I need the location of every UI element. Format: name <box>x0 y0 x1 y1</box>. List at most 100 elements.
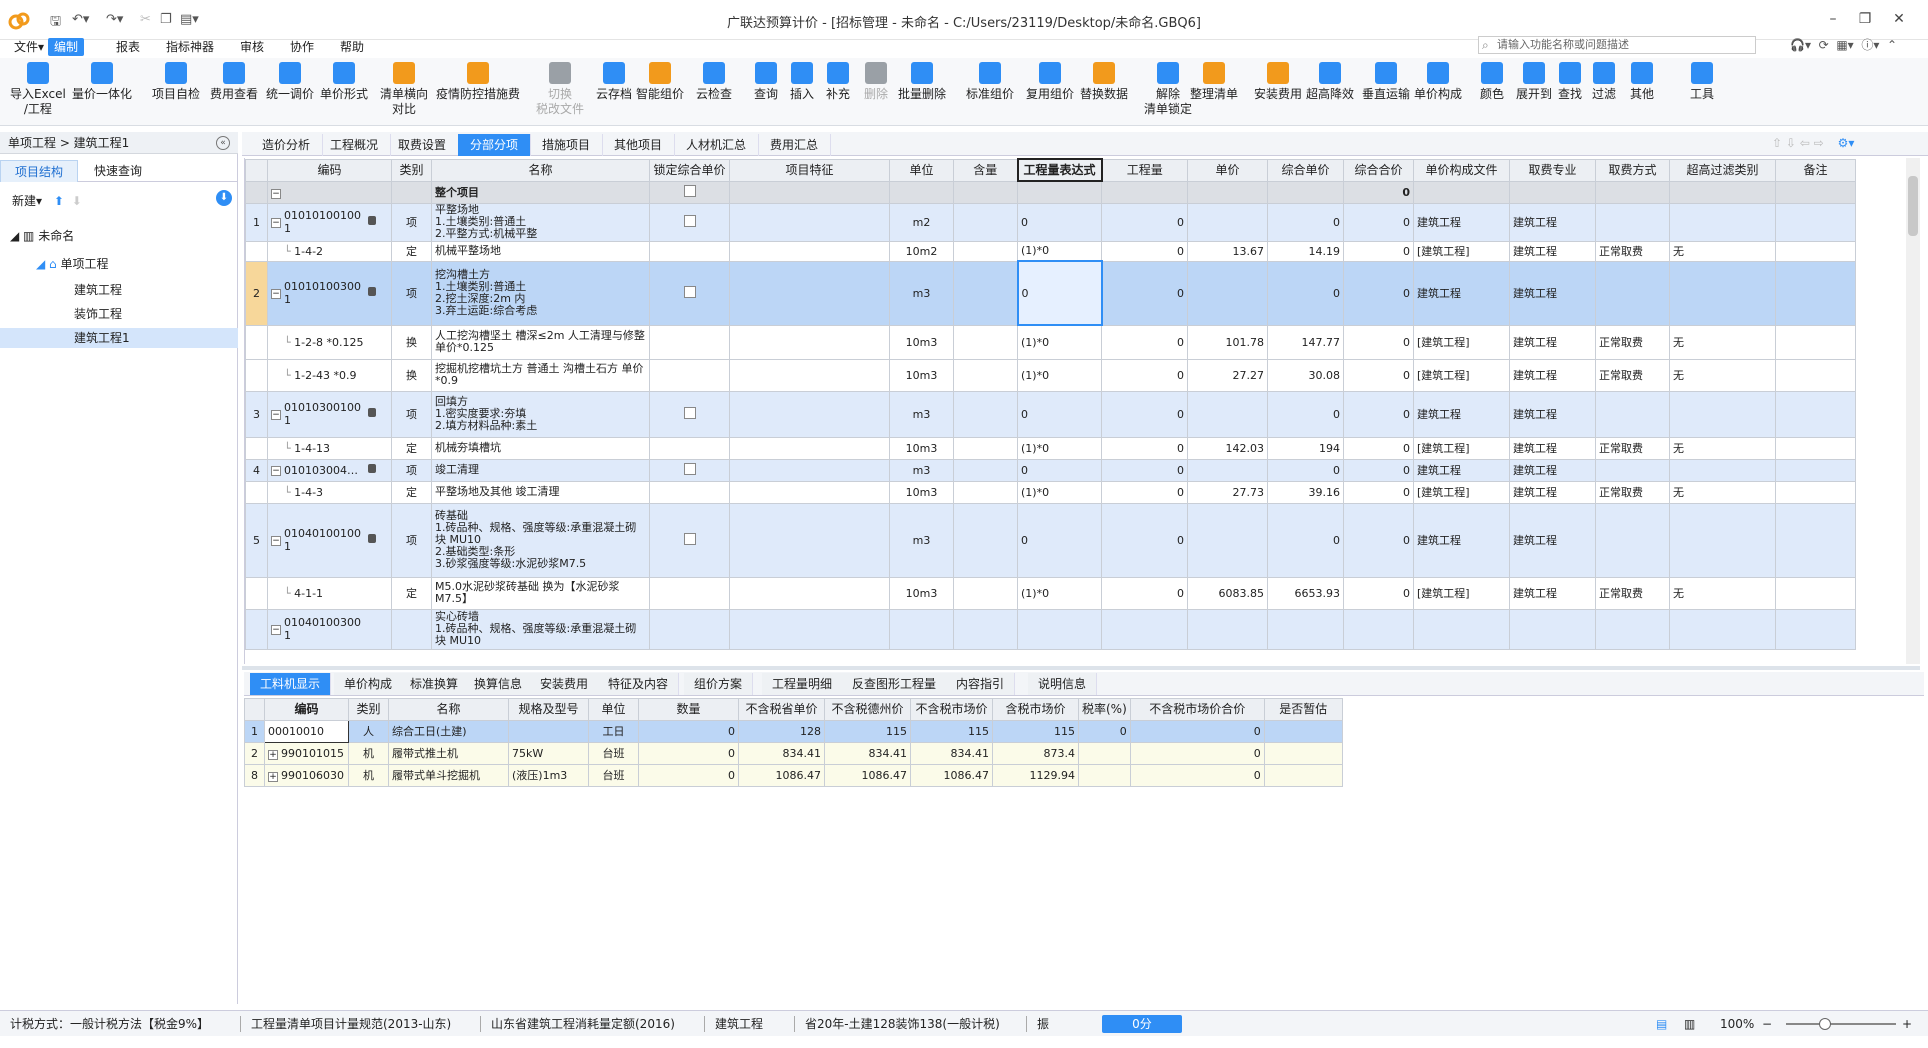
grid-cell[interactable]: [建筑工程] <box>1413 240 1510 262</box>
grid-cell[interactable] <box>1187 390 1268 438</box>
grid-cell[interactable]: 27.73 <box>1187 480 1268 504</box>
unlock-button[interactable]: 解除 清单锁定 <box>1144 62 1192 117</box>
grid-cell[interactable]: 0 <box>1343 358 1414 392</box>
grid-cell[interactable] <box>729 576 890 610</box>
menu-item[interactable]: 编制 <box>48 38 85 56</box>
column-header[interactable] <box>245 158 268 182</box>
grid-cell[interactable]: 0 <box>1343 436 1414 460</box>
resource-cell[interactable]: 8 <box>244 764 265 787</box>
cloud-check-button[interactable]: 云检查 <box>696 62 732 102</box>
grid-cell[interactable]: 10m3 <box>889 324 954 360</box>
grid-cell[interactable]: 建筑工程 <box>1413 502 1510 578</box>
grid-scrollbar[interactable] <box>1906 158 1920 664</box>
grid-cell[interactable] <box>1413 608 1510 650</box>
grid-cell[interactable] <box>1509 180 1596 204</box>
grid-cell[interactable] <box>729 480 890 504</box>
grid-cell[interactable] <box>729 458 890 482</box>
resource-cell[interactable]: 115 <box>824 720 911 743</box>
lock-price-checkbox[interactable] <box>683 285 696 298</box>
main-tab[interactable]: 人材机汇总 <box>674 134 760 156</box>
reuse-price-button[interactable]: 复用组价 <box>1026 62 1074 102</box>
resource-cell[interactable]: 台班 <box>588 742 639 765</box>
main-tab[interactable]: 造价分析 <box>250 134 324 156</box>
grid-cell[interactable]: 正常取费 <box>1595 240 1670 262</box>
resource-cell[interactable]: 834.41 <box>824 742 911 765</box>
grid-cell[interactable] <box>1595 458 1670 482</box>
supplement-button[interactable]: 补充 <box>826 62 850 102</box>
organize-button[interactable]: 整理清单 <box>1190 62 1238 102</box>
resource-cell[interactable]: 873.4 <box>992 742 1079 765</box>
menu-item[interactable]: 审核 <box>234 38 270 56</box>
fee-view-button[interactable]: 费用查看 <box>210 62 258 102</box>
grid-cell[interactable]: M5.0水泥砂浆砖基础 换为【水泥砂浆 M7.5】 <box>431 576 650 610</box>
grid-cell[interactable]: 0 <box>1101 240 1188 262</box>
grid-cell[interactable] <box>1187 202 1268 242</box>
grid-cell[interactable]: 0 <box>1101 324 1188 360</box>
detail-tab[interactable]: 特征及内容 <box>598 673 680 695</box>
grid-cell[interactable]: 13.67 <box>1187 240 1268 262</box>
whole-project-row[interactable]: − 整个项目 0 <box>245 180 1856 204</box>
resource-cell[interactable] <box>1263 764 1343 787</box>
grid-cell[interactable] <box>1775 436 1856 460</box>
close-button[interactable]: ✕ <box>1884 8 1914 30</box>
resource-cell[interactable]: 1086.47 <box>910 764 993 787</box>
tab-project-structure[interactable]: 项目结构 <box>0 160 79 182</box>
grid-cell[interactable]: 建筑工程 <box>1509 240 1596 262</box>
resource-cell[interactable]: +990106030 <box>264 764 349 787</box>
resource-column-header[interactable]: 不含税德州价 <box>824 698 911 721</box>
resource-cell[interactable]: 履带式单斗挖掘机 <box>388 764 509 787</box>
grid-cell[interactable] <box>953 324 1018 360</box>
grid-cell[interactable] <box>1669 260 1776 326</box>
column-header[interactable]: 备注 <box>1775 158 1856 182</box>
bill-item-row[interactable]: 1 −010101001001 项 平整场地 1.土壤类别:普通土 2.平整方式:机械… <box>245 202 1856 242</box>
resource-column-header[interactable] <box>244 698 265 721</box>
resource-cell[interactable]: 0 <box>1078 720 1131 743</box>
resource-column-header[interactable]: 不含税市场价合价 <box>1129 698 1265 721</box>
zoom-out-icon[interactable]: − <box>1762 1016 1772 1032</box>
compare-button[interactable]: 清单横向 对比 <box>380 62 428 117</box>
grid-cell[interactable]: 项 <box>391 502 432 578</box>
resource-column-header[interactable]: 含税市场价 <box>992 698 1079 721</box>
grid-cell[interactable]: 无 <box>1669 358 1776 392</box>
resource-cell[interactable]: 0 <box>1129 742 1265 765</box>
lock-price-checkbox[interactable] <box>683 406 696 419</box>
grid-cell[interactable] <box>245 324 268 360</box>
grid-cell[interactable]: 0 <box>1017 390 1102 438</box>
resource-cell[interactable]: 834.41 <box>738 742 825 765</box>
resource-cell[interactable] <box>1078 764 1131 787</box>
resource-column-header[interactable]: 不含税市场价 <box>910 698 993 721</box>
lock-price-checkbox[interactable] <box>683 532 696 545</box>
grid-cell[interactable] <box>649 358 730 392</box>
tree-node[interactable]: ◢ ⌂ 单项工程 <box>36 254 109 274</box>
grid-cell[interactable] <box>953 576 1018 610</box>
grid-cell[interactable]: 竣工清理 <box>431 458 650 482</box>
grid-cell[interactable]: └ 1-4-13 <box>267 436 392 460</box>
expand-icon[interactable]: + <box>268 750 278 760</box>
grid-cell[interactable]: 30.08 <box>1267 358 1344 392</box>
grid-cell[interactable]: 定 <box>391 436 432 460</box>
grid-cell[interactable]: 2 <box>245 260 268 326</box>
resource-cell[interactable]: (液压)1m3 <box>508 764 589 787</box>
column-header[interactable]: 单位 <box>889 158 954 182</box>
settings-icon[interactable]: ⚙▾ <box>1838 136 1855 150</box>
grid-cell[interactable]: 机械夯填槽坑 <box>431 436 650 460</box>
batch-delete-button[interactable]: 批量删除 <box>898 62 946 102</box>
grid-cell[interactable] <box>245 240 268 262</box>
main-tab[interactable]: 费用汇总 <box>758 134 832 156</box>
lock-icon[interactable] <box>368 287 376 296</box>
grid-cell[interactable] <box>729 324 890 360</box>
grid-cell[interactable] <box>729 390 890 438</box>
install-fee-button[interactable]: 安装费用 <box>1254 62 1302 102</box>
grid-cell[interactable]: [建筑工程] <box>1413 480 1510 504</box>
resource-cell[interactable]: 0 <box>638 764 739 787</box>
grid-cell[interactable]: 0 <box>1101 458 1188 482</box>
cloud-save-button[interactable]: 云存档 <box>596 62 632 102</box>
bill-item-row[interactable]: 2 −010101003001 项 挖沟槽土方 1.土壤类别:普通土 2.挖土深度:2… <box>245 260 1856 326</box>
lock-icon[interactable] <box>368 216 376 225</box>
grid-cell[interactable]: 0 <box>1017 202 1102 242</box>
resource-row[interactable]: 2 +990101015 机 履带式推土机 75kW 台班 0 834.41 834.41 834… <box>244 742 1343 765</box>
resource-cell[interactable]: 工日 <box>588 720 639 743</box>
grid-cell[interactable] <box>1775 240 1856 262</box>
tree-node[interactable]: ◢ ▥ 未命名 <box>10 226 74 246</box>
grid-cell[interactable]: 4 <box>245 458 268 482</box>
